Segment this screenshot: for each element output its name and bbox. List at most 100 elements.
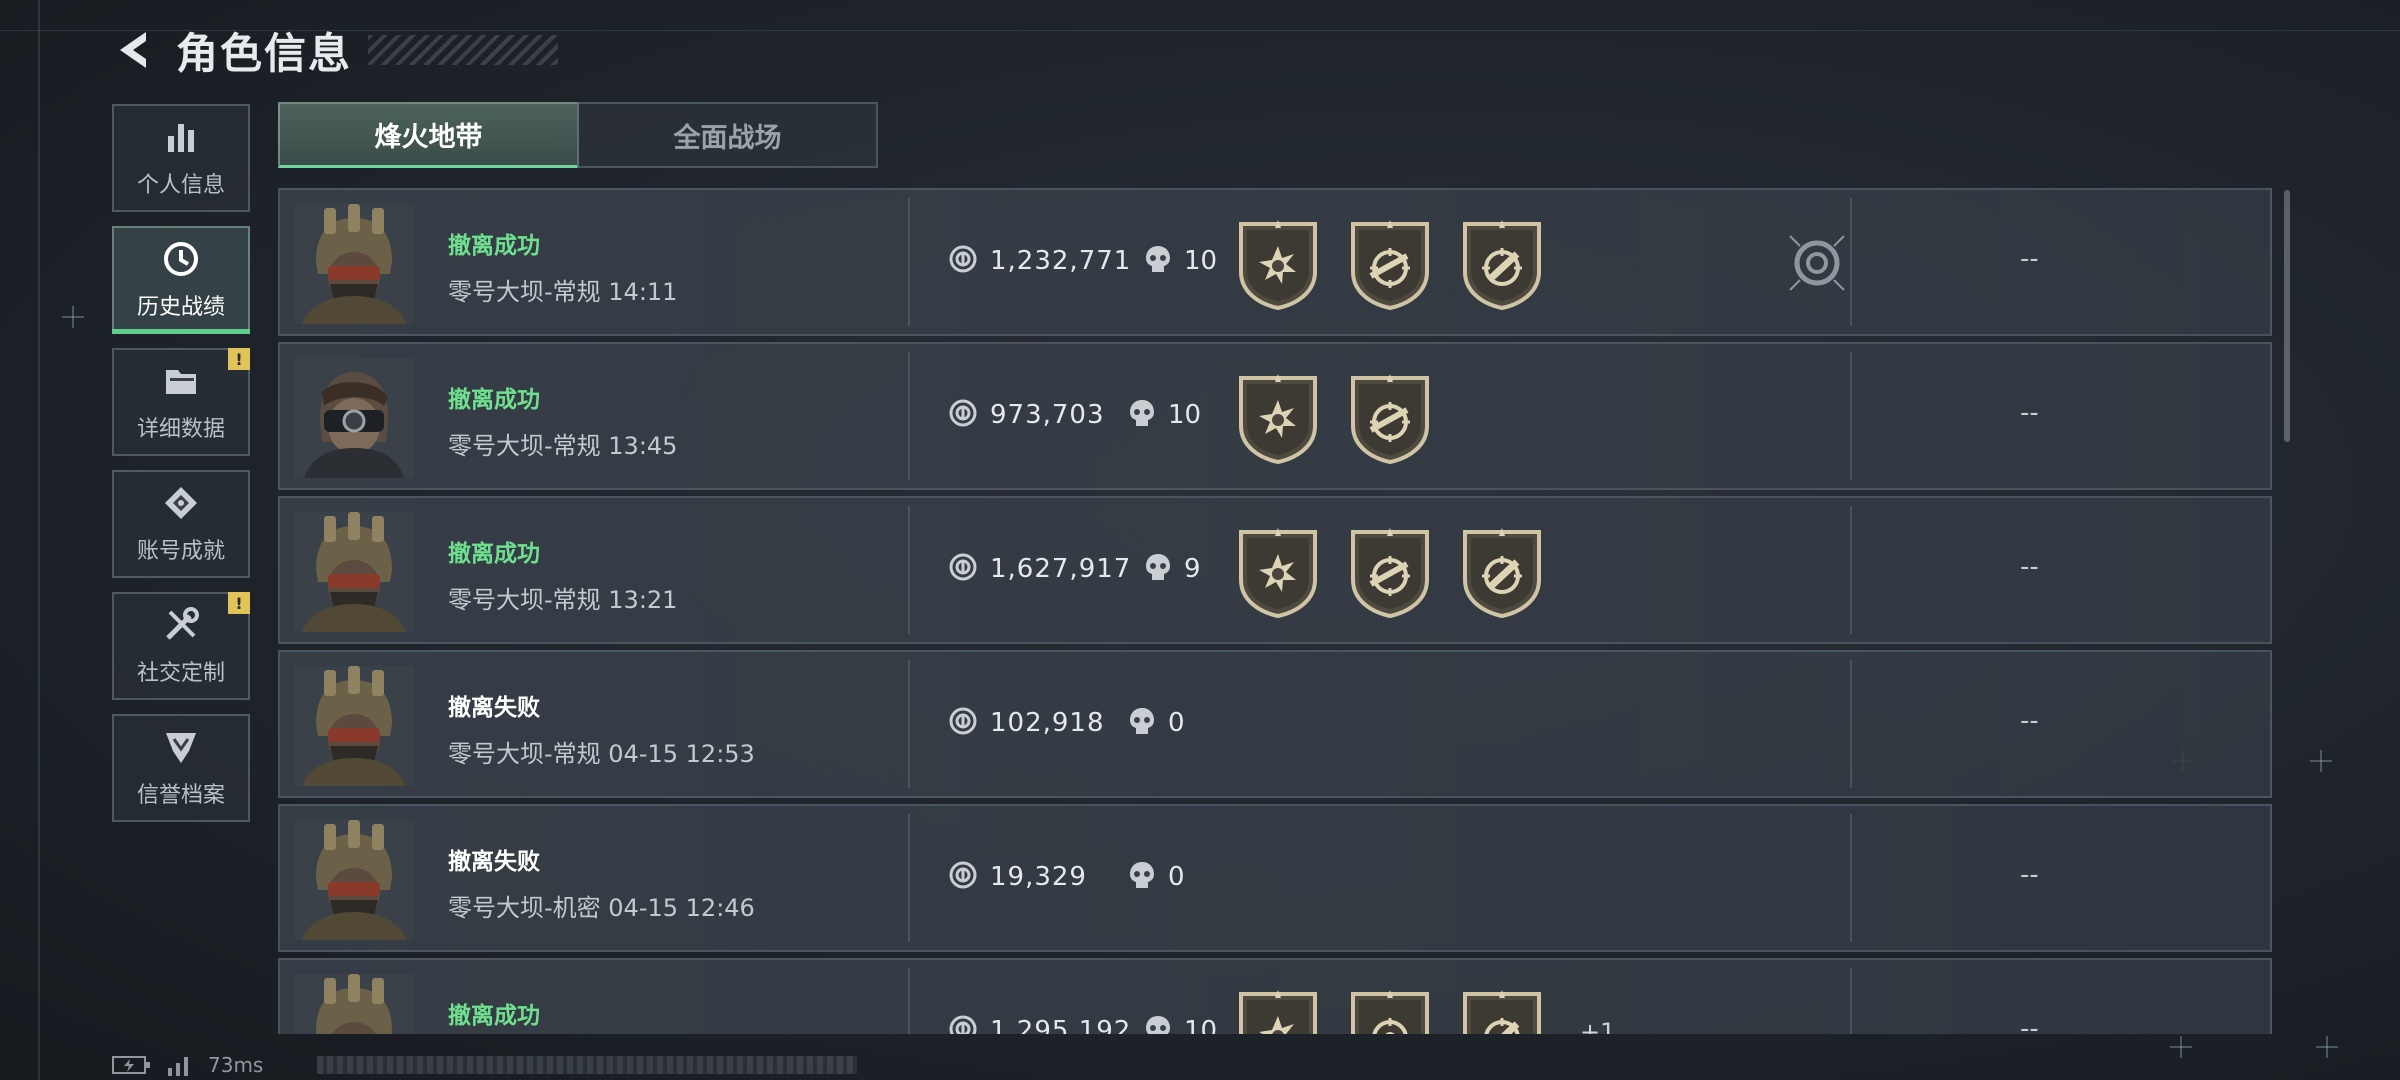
extraction-result: 撤离失败 — [448, 849, 540, 875]
status-bar: 73ms — [112, 1052, 858, 1078]
match-record-row[interactable]: 撤离成功 1,295,192 10 +1 -- — [278, 958, 2272, 1034]
burst-medal-icon[interactable] — [1235, 524, 1321, 619]
sidebar-item-label: 信誉档案 — [136, 783, 225, 808]
skull-icon — [1144, 552, 1172, 586]
sidebar-item-detailed-data[interactable]: 详细数据 ! — [112, 348, 250, 456]
coin-icon — [948, 706, 978, 740]
tab-warzone[interactable]: 烽火地带 — [278, 102, 579, 168]
record-info: 撤离成功 零号大坝-常规 13:45 — [448, 380, 677, 461]
kills-value: 10 — [1184, 246, 1218, 276]
score-value: -- — [2020, 244, 2039, 274]
money-stat: 19,329 — [948, 860, 1087, 894]
match-record-row[interactable]: 撤离失败零号大坝-机密 04-15 12:46 19,329 0 -- — [278, 804, 2272, 952]
deco-cross — [62, 306, 84, 328]
map-mode-time: 零号大坝-常规 13:21 — [448, 586, 678, 614]
burst-medal-icon[interactable] — [1235, 370, 1321, 465]
column-divider — [908, 968, 910, 1034]
skull-icon — [1128, 706, 1156, 740]
medal-list — [1235, 216, 1545, 311]
rifle-medal-icon[interactable] — [1347, 524, 1433, 619]
sidebar-item-social[interactable]: 社交定制 ! — [112, 592, 250, 700]
score-value: -- — [2020, 398, 2039, 428]
coin-icon — [948, 398, 978, 432]
match-record-row[interactable]: 撤离成功 零号大坝-常规 14:11 1,232,771 10 -- — [278, 188, 2272, 336]
ping-value: 73ms — [208, 1053, 264, 1077]
sidebar-item-label: 社交定制 — [136, 661, 225, 686]
score-value: -- — [2020, 1014, 2039, 1034]
operator-avatar — [294, 974, 414, 1034]
burst-medal-icon[interactable] — [1235, 986, 1321, 1034]
rifle-medal-icon[interactable] — [1347, 370, 1433, 465]
column-divider — [908, 352, 910, 480]
column-divider — [1850, 198, 1852, 326]
target-icon — [1786, 232, 1848, 294]
kills-value: 10 — [1184, 1016, 1218, 1034]
money-value: 1,232,771 — [990, 246, 1132, 276]
money-value: 973,703 — [990, 400, 1105, 430]
column-divider — [1850, 968, 1852, 1034]
extraction-result: 撤离成功 — [448, 387, 540, 413]
kills-stat: 10 — [1128, 398, 1201, 432]
medal-list — [1235, 370, 1433, 465]
money-stat: 102,918 — [948, 706, 1105, 740]
rifle-medal-icon[interactable] — [1347, 216, 1433, 311]
knife-medal-icon[interactable] — [1459, 216, 1545, 311]
money-value: 19,329 — [990, 862, 1087, 892]
deco-cross — [2170, 1036, 2192, 1058]
column-divider — [1850, 814, 1852, 942]
extraction-result: 撤离失败 — [448, 695, 540, 721]
achievement-icon — [161, 483, 201, 523]
match-record-row[interactable]: 撤离失败 零号大坝-常规 04-15 12:53 102,918 0 -- — [278, 650, 2272, 798]
record-info: 撤离失败零号大坝-常规 04-15 12:53 — [448, 688, 755, 769]
mode-tabs: 烽火地带 全面战场 — [278, 102, 878, 168]
sidebar-item-label: 详细数据 — [136, 417, 225, 442]
sidebar-item-label: 历史战绩 — [136, 295, 225, 320]
kills-stat: 0 — [1128, 860, 1185, 894]
extra-medals-count: +1 — [1580, 1018, 1616, 1034]
knife-medal-icon[interactable] — [1459, 986, 1545, 1034]
money-stat: 1,295,192 — [948, 1014, 1131, 1034]
sidebar-item-reputation[interactable]: 信誉档案 — [112, 714, 250, 822]
skull-icon — [1128, 860, 1156, 894]
map-mode-time: 零号大坝-机密 04-15 12:46 — [448, 894, 755, 922]
sidebar-item-personal-info[interactable]: 个人信息 — [112, 104, 250, 212]
pistol-medal-icon[interactable] — [1347, 986, 1433, 1034]
column-divider — [908, 506, 910, 634]
coin-icon — [948, 244, 978, 278]
money-stat: 973,703 — [948, 398, 1105, 432]
operator-avatar — [294, 512, 414, 632]
battery-icon — [112, 1056, 150, 1074]
signal-icon — [168, 1057, 188, 1076]
tools-icon — [161, 605, 201, 645]
sidebar-item-achievements[interactable]: 账号成就 — [112, 470, 250, 578]
operator-avatar — [294, 358, 414, 478]
extraction-result: 撤离成功 — [448, 233, 540, 259]
money-value: 1,627,917 — [990, 554, 1132, 584]
operator-avatar — [294, 204, 414, 324]
extraction-result: 撤离成功 — [448, 541, 540, 567]
record-info: 撤离成功 — [448, 996, 540, 1034]
kills-stat: 10 — [1144, 1014, 1217, 1034]
frame-line-left — [38, 0, 40, 1080]
burst-medal-icon[interactable] — [1235, 216, 1321, 311]
money-stat: 1,627,917 — [948, 552, 1131, 586]
match-record-row[interactable]: 撤离成功 零号大坝-常规 13:45 973,703 10 -- — [278, 342, 2272, 490]
deco-cross — [2316, 1036, 2338, 1058]
column-divider — [908, 198, 910, 326]
knife-medal-icon[interactable] — [1459, 524, 1545, 619]
match-record-row[interactable]: 撤离成功 零号大坝-常规 13:21 1,627,917 9 -- — [278, 496, 2272, 644]
map-mode-time: 零号大坝-常规 04-15 12:53 — [448, 740, 755, 768]
back-button[interactable] — [110, 26, 154, 74]
list-scrollbar[interactable] — [2284, 190, 2290, 442]
bar-chart-icon — [161, 117, 201, 157]
tab-battlefield[interactable]: 全面战场 — [577, 102, 878, 168]
history-clock-icon — [161, 239, 201, 279]
coin-icon — [948, 1014, 978, 1034]
sidebar-item-history[interactable]: 历史战绩 — [112, 226, 250, 334]
column-divider — [908, 660, 910, 788]
medal-list — [1235, 524, 1545, 619]
score-value: -- — [2020, 860, 2039, 890]
extraction-result: 撤离成功 — [448, 1003, 540, 1029]
sidebar-item-label: 账号成就 — [136, 539, 225, 564]
kills-value: 0 — [1168, 708, 1185, 738]
